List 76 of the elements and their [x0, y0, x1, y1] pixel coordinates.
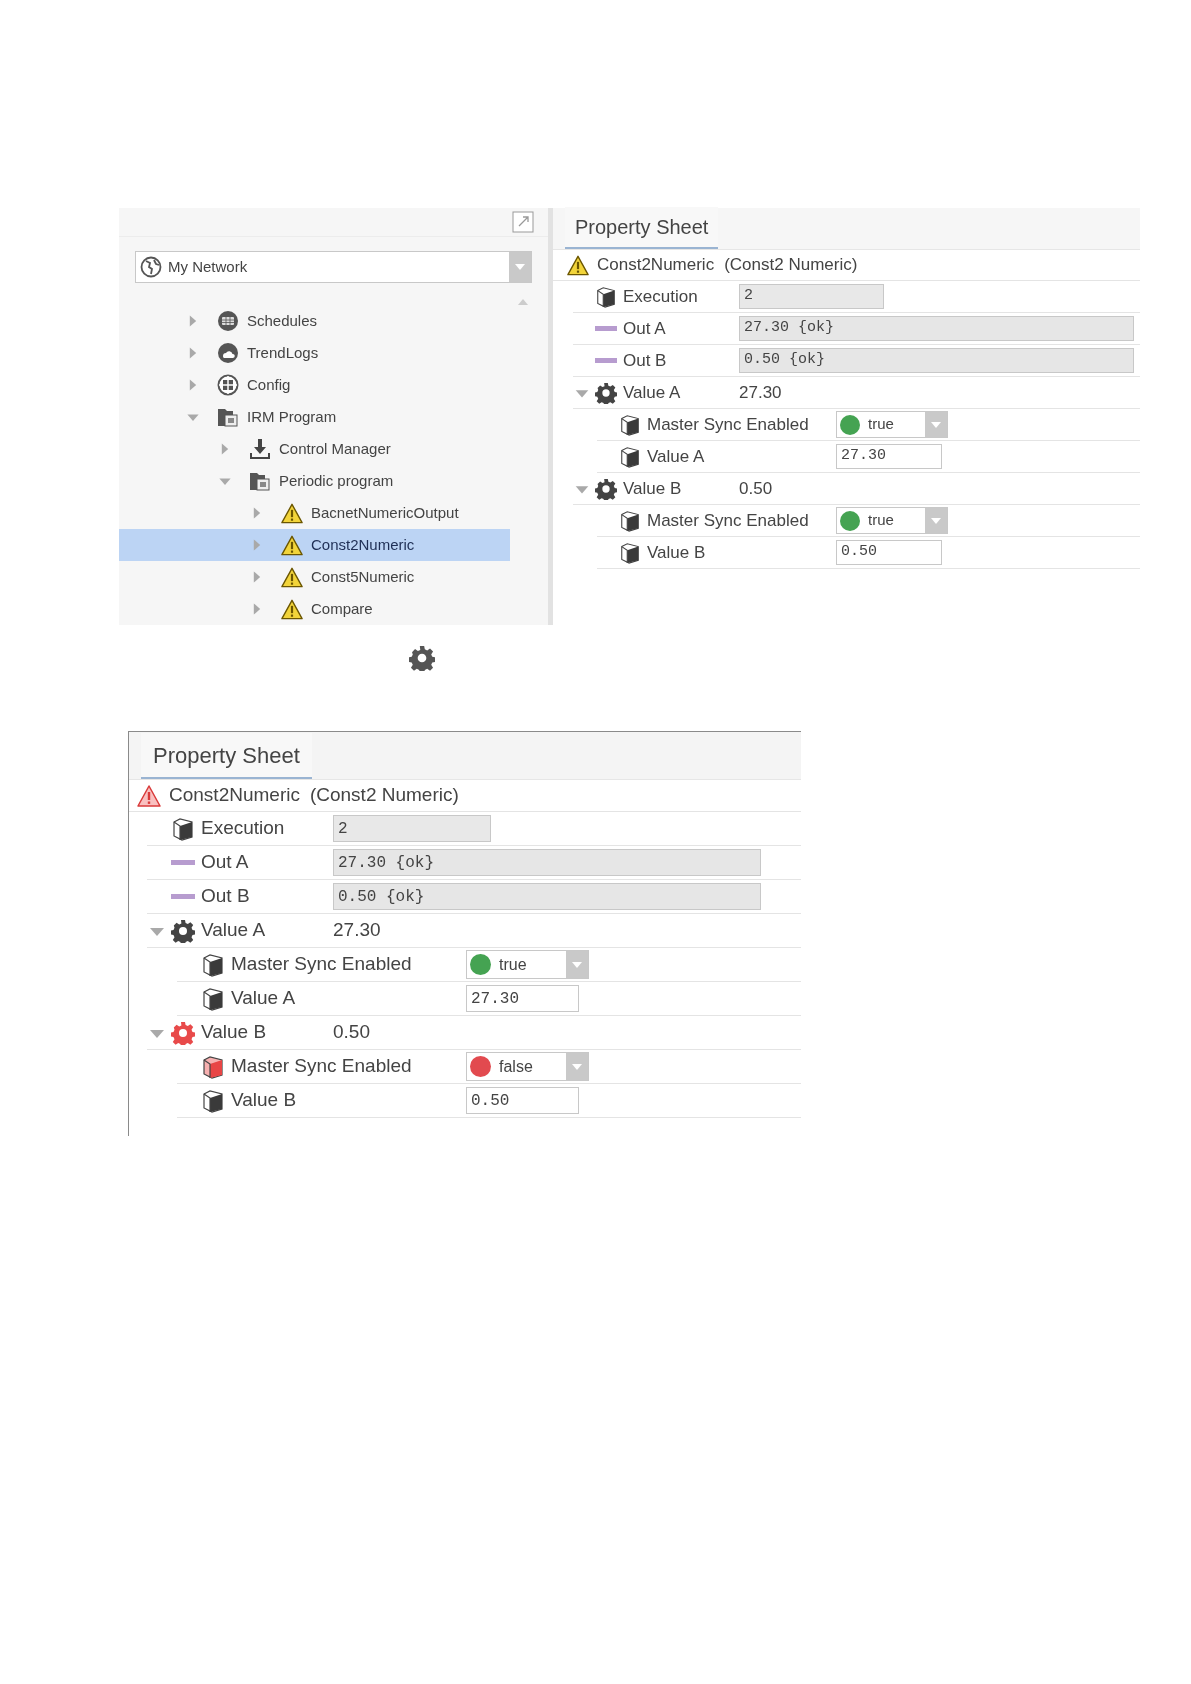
- tree-item[interactable]: IRM Program: [119, 401, 510, 433]
- property-sheet-tab[interactable]: Property Sheet: [141, 733, 312, 779]
- value-field[interactable]: 2: [739, 284, 884, 309]
- tree-item[interactable]: BacnetNumericOutput: [119, 497, 510, 529]
- value-field[interactable]: 27.30 {ok}: [739, 316, 1134, 341]
- output-bar-icon: [171, 894, 195, 899]
- tree-item[interactable]: Const2Numeric: [119, 529, 510, 561]
- property-label: Master Sync Enabled: [647, 509, 810, 532]
- property-label: Master Sync Enabled: [647, 413, 810, 436]
- boolean-dropdown[interactable]: true: [466, 950, 589, 979]
- component-type: (Const2 Numeric): [309, 783, 459, 808]
- boolean-value: true: [499, 954, 528, 975]
- folder-icon: [249, 470, 271, 492]
- property-sheet-tab[interactable]: Property Sheet: [565, 207, 719, 249]
- gear-icon: [409, 645, 435, 671]
- value-field[interactable]: 2: [333, 815, 491, 842]
- network-dropdown[interactable]: My Network: [135, 250, 532, 283]
- tree-item[interactable]: TrendLogs: [119, 337, 510, 369]
- globe-icon: [140, 255, 162, 278]
- value-field[interactable]: 0.50: [836, 540, 942, 565]
- property-label: Out B: [623, 349, 668, 372]
- property-value: 0.50: [739, 477, 773, 500]
- property-label: Value B: [623, 477, 683, 500]
- value-field[interactable]: 0.50 {ok}: [333, 883, 761, 910]
- property-label: Out A: [201, 850, 250, 875]
- warning-icon: [281, 598, 303, 620]
- component-name: Const2Numeric: [169, 783, 300, 808]
- property-label: Value A: [201, 918, 267, 943]
- boolean-value: false: [499, 1056, 534, 1077]
- calendar-icon: [217, 310, 239, 332]
- value-field[interactable]: 0.50: [466, 1087, 579, 1114]
- property-label: Value A: [231, 986, 297, 1011]
- property-label: Value B: [647, 541, 707, 564]
- tree-item[interactable]: Config: [119, 369, 510, 401]
- value-field[interactable]: 0.50 {ok}: [739, 348, 1134, 373]
- property-label: Value B: [231, 1088, 298, 1113]
- output-bar-icon: [171, 860, 195, 865]
- component-type: (Const2 Numeric): [724, 254, 858, 277]
- property-label: Value B: [201, 1020, 268, 1045]
- boolean-dropdown[interactable]: false: [466, 1052, 589, 1081]
- property-label: Execution: [201, 816, 286, 841]
- value-field[interactable]: 27.30 {ok}: [333, 849, 761, 876]
- boolean-dropdown[interactable]: true: [836, 411, 948, 438]
- boolean-value: true: [868, 414, 895, 435]
- value-field[interactable]: 27.30: [466, 985, 579, 1012]
- output-bar-icon: [595, 326, 617, 331]
- property-label: Master Sync Enabled: [231, 952, 413, 977]
- tree-item[interactable]: Const5Numeric: [119, 561, 510, 593]
- tree-item[interactable]: Compare: [119, 593, 510, 625]
- boolean-dropdown[interactable]: true: [836, 507, 948, 534]
- warning-icon: [281, 566, 303, 588]
- expand-icon[interactable]: [512, 210, 534, 233]
- grid-circle-icon: [217, 374, 239, 396]
- property-label: Execution: [623, 285, 699, 308]
- property-label: Out B: [201, 884, 251, 909]
- boolean-value: true: [868, 510, 895, 531]
- warning-icon: [281, 534, 303, 556]
- value-field[interactable]: 27.30: [836, 444, 942, 469]
- output-bar-icon: [595, 358, 617, 363]
- tree-item[interactable]: Periodic program: [119, 465, 510, 497]
- warning-icon: [281, 502, 303, 524]
- property-label: Out A: [623, 317, 667, 340]
- network-label: My Network: [168, 256, 249, 277]
- tree-item[interactable]: Control Manager: [119, 433, 510, 465]
- scroll-up-icon[interactable]: [518, 298, 528, 305]
- property-label: Value A: [647, 445, 706, 468]
- property-value: 0.50: [333, 1020, 370, 1045]
- tree-item[interactable]: Schedules: [119, 305, 510, 337]
- component-name: Const2Numeric: [597, 254, 715, 277]
- download-icon: [249, 438, 271, 460]
- cloud-icon: [217, 342, 239, 364]
- property-value: 27.30: [333, 918, 381, 943]
- property-label: Master Sync Enabled: [231, 1054, 413, 1079]
- property-label: Value A: [623, 381, 682, 404]
- property-value: 27.30: [739, 381, 782, 404]
- folder-icon: [217, 406, 239, 428]
